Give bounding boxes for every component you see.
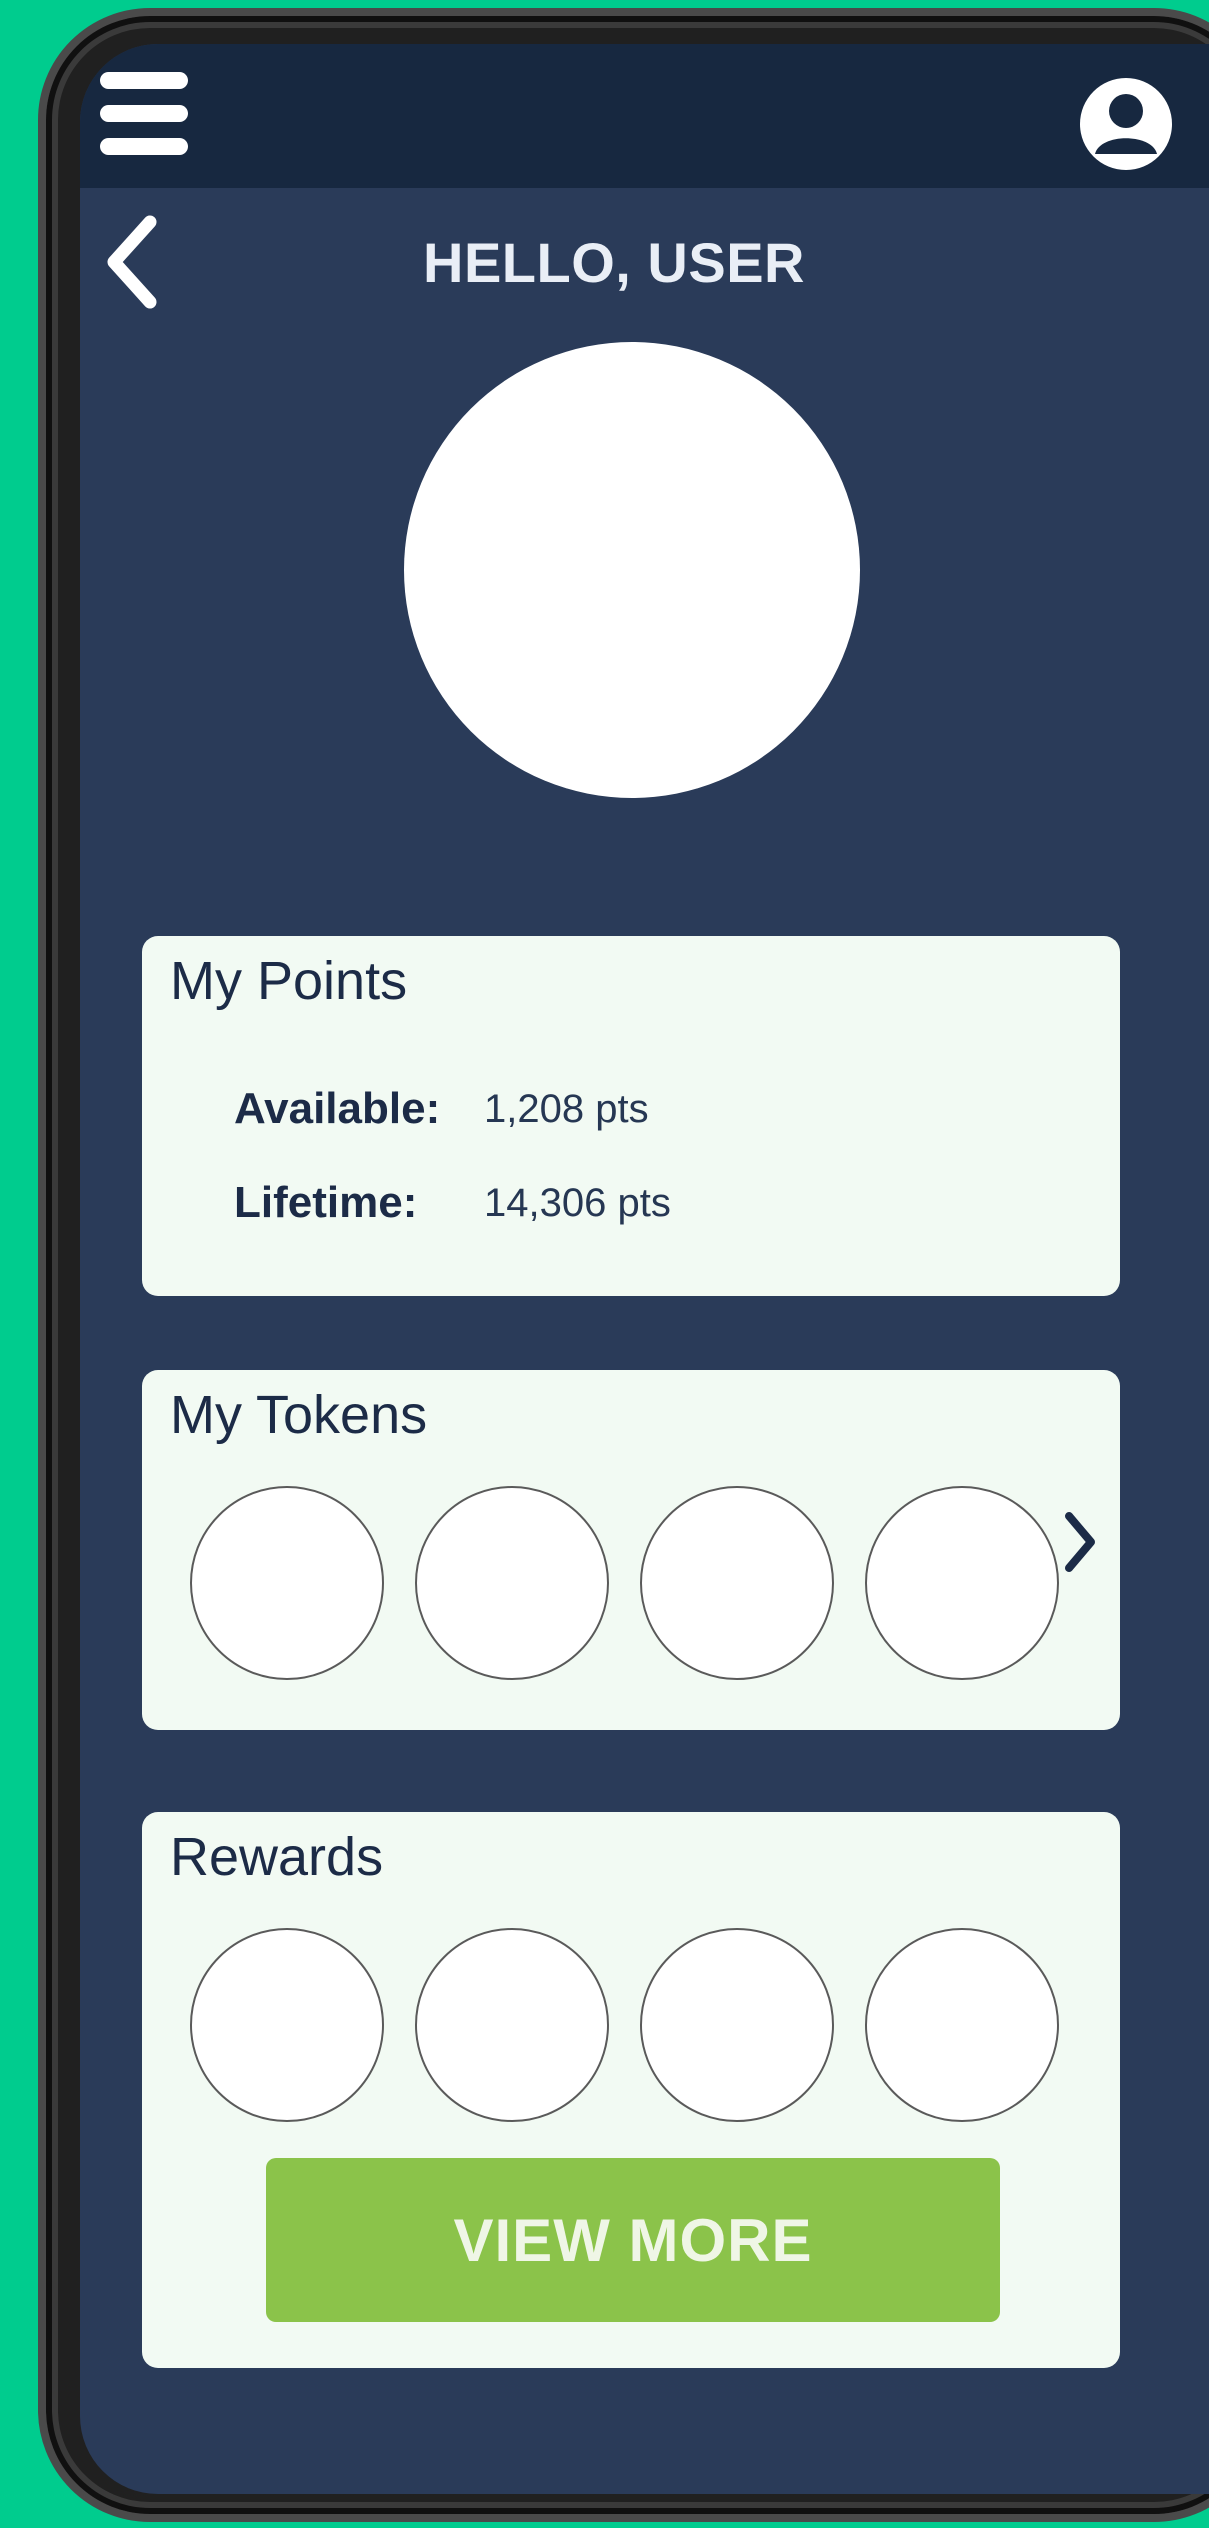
tokens-card: My Tokens <box>142 1370 1120 1730</box>
menu-bar-line <box>100 138 188 155</box>
profile-avatar[interactable] <box>404 342 860 798</box>
menu-bar-line <box>100 105 188 122</box>
token-slot[interactable] <box>190 1486 384 1680</box>
token-slot[interactable] <box>865 1486 1059 1680</box>
view-more-button[interactable]: VIEW MORE <box>266 2158 1000 2322</box>
reward-slot[interactable] <box>190 1928 384 2122</box>
app-screen: HELLO, USER My Points Available: 1,208 p… <box>80 44 1209 2494</box>
points-card: My Points Available: 1,208 pts Lifetime:… <box>142 936 1120 1296</box>
rewards-card: Rewards VIEW MORE <box>142 1812 1120 2368</box>
points-label: Available: <box>234 1084 441 1133</box>
reward-slot[interactable] <box>640 1928 834 2122</box>
reward-slot[interactable] <box>865 1928 1059 2122</box>
page-title: HELLO, USER <box>423 231 805 294</box>
top-app-bar <box>80 44 1209 188</box>
token-slot[interactable] <box>415 1486 609 1680</box>
hamburger-menu-icon[interactable] <box>100 72 188 156</box>
chevron-right-icon <box>1065 1512 1095 1572</box>
account-glyph <box>1095 94 1157 154</box>
points-value: 1,208 pts <box>484 1087 649 1131</box>
account-circle-icon[interactable] <box>1080 78 1172 170</box>
rewards-card-title: Rewards <box>170 1827 384 1887</box>
token-slot[interactable] <box>640 1486 834 1680</box>
points-card-title: My Points <box>170 951 408 1011</box>
points-value: 14,306 pts <box>484 1181 671 1225</box>
points-label: Lifetime: <box>234 1178 418 1227</box>
reward-slot[interactable] <box>415 1928 609 2122</box>
tokens-next-button[interactable] <box>1060 1508 1100 1576</box>
menu-bar-line <box>100 72 188 89</box>
tokens-card-title: My Tokens <box>170 1385 428 1445</box>
